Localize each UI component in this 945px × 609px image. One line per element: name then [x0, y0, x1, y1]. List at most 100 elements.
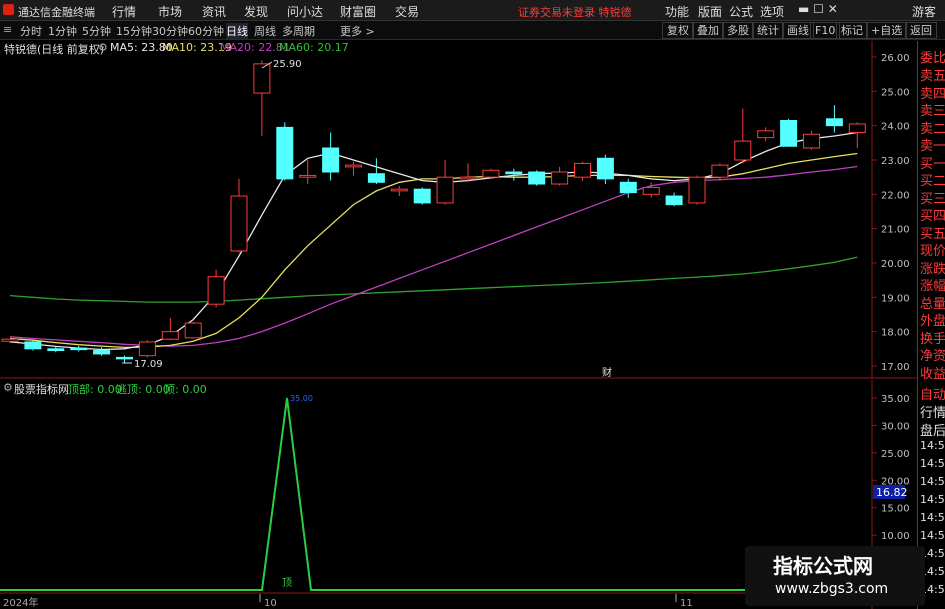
- candle: [161, 317, 179, 341]
- candle: [413, 187, 431, 205]
- candle-body: [253, 63, 271, 94]
- price-tick-label: 22.00: [881, 190, 910, 201]
- price-tick-label: 25.00: [881, 87, 910, 98]
- candle-body: [436, 176, 454, 204]
- panel-label[interactable]: 盘后: [920, 420, 945, 439]
- date-label: 11: [680, 598, 693, 609]
- candle-body: [459, 176, 477, 180]
- add-watchlist-button[interactable]: +自选: [866, 22, 908, 39]
- price-tick-label: 21.00: [881, 225, 910, 236]
- finance-marker[interactable]: 财: [602, 366, 612, 379]
- candle-body: [780, 120, 798, 147]
- candle-body: [665, 195, 683, 206]
- price-tick-label: 17.00: [881, 362, 910, 373]
- candle: [688, 175, 706, 205]
- panel-label[interactable]: 自动: [920, 384, 945, 403]
- candle: [848, 122, 866, 148]
- panel-label[interactable]: 净资: [920, 345, 945, 364]
- candle-body: [505, 171, 523, 175]
- adjust-button[interactable]: 复权: [662, 22, 694, 39]
- period-button[interactable]: 多周期: [282, 23, 315, 39]
- panel-label[interactable]: 买四: [920, 205, 945, 224]
- app-title: 通达信金融终端: [18, 6, 95, 19]
- menu-options[interactable]: 选项: [760, 3, 784, 20]
- price-tick-label: 26.00: [881, 53, 910, 64]
- more-button[interactable]: 更多 >: [340, 23, 375, 39]
- panel-label[interactable]: 买二: [920, 170, 945, 189]
- candle: [825, 105, 843, 133]
- candle-body: [345, 164, 362, 168]
- menu-function[interactable]: 功能: [665, 3, 689, 20]
- overlay-button[interactable]: 叠加: [692, 22, 724, 39]
- panel-label[interactable]: 现价: [920, 240, 945, 259]
- panel-label[interactable]: 涨幅: [920, 275, 945, 294]
- candle-body: [574, 162, 591, 178]
- period-button[interactable]: 5分钟: [82, 23, 111, 39]
- panel-time: 14:50: [920, 493, 945, 506]
- candle: [253, 60, 271, 136]
- low-label: 17.09: [134, 359, 163, 370]
- candle-body: [299, 174, 317, 178]
- panel-label[interactable]: 外盘: [920, 310, 945, 329]
- candle-body: [161, 331, 179, 340]
- mark-button[interactable]: 标记: [836, 22, 868, 39]
- period-button-active[interactable]: 日线: [226, 23, 248, 39]
- back-button[interactable]: 返回: [905, 22, 937, 39]
- menu-item[interactable]: 财富圈: [340, 3, 376, 20]
- panel-label[interactable]: 收益: [920, 363, 945, 382]
- menu-item[interactable]: 市场: [158, 3, 182, 20]
- date-label: 2024年: [3, 596, 38, 609]
- panel-label[interactable]: 委比: [920, 47, 945, 66]
- panel-label[interactable]: 卖一: [920, 135, 945, 154]
- period-button[interactable]: 周线: [254, 23, 276, 39]
- candle-body: [367, 173, 385, 183]
- login-warning[interactable]: 证券交易未登录 特锐德: [518, 4, 632, 20]
- panel-time: 14:50: [920, 457, 945, 470]
- panel-label[interactable]: 卖三: [920, 100, 945, 119]
- stats-button[interactable]: 统计: [752, 22, 784, 39]
- candle: [757, 127, 775, 142]
- candle-body: [619, 181, 637, 194]
- candle: [367, 158, 385, 185]
- candle: [24, 340, 42, 351]
- period-button[interactable]: 30分钟: [152, 23, 188, 39]
- menu-item[interactable]: 行情: [112, 3, 136, 20]
- candle: [207, 269, 225, 308]
- window-controls-icon[interactable]: ▬ ☐ ✕: [798, 2, 838, 16]
- menu-item[interactable]: 交易: [395, 3, 419, 20]
- menu-item[interactable]: 发现: [244, 3, 268, 20]
- menu-formula[interactable]: 公式: [729, 3, 753, 20]
- candle-body: [757, 130, 775, 139]
- candle-body: [390, 188, 408, 192]
- multi-stock-button[interactable]: 多股: [722, 22, 754, 39]
- app-logo-icon: [3, 4, 14, 15]
- panel-label[interactable]: 卖五: [920, 65, 945, 84]
- menu-item[interactable]: 资讯: [202, 3, 226, 20]
- candle: [780, 118, 798, 147]
- price-tick-label: 18.00: [881, 328, 910, 339]
- period-button[interactable]: 1分钟: [48, 23, 77, 39]
- period-button[interactable]: 分时: [20, 23, 42, 39]
- candle: [734, 108, 752, 164]
- ma20-line: [9, 165, 858, 347]
- menu-toggle-icon[interactable]: ≡: [3, 23, 12, 36]
- panel-label[interactable]: 行情: [920, 402, 945, 421]
- candle-body: [528, 171, 546, 185]
- ma60-line: [9, 256, 858, 303]
- menu-layout[interactable]: 版面: [698, 3, 722, 20]
- kline-chart[interactable]: 26.00 25.00 24.00 23.00 22.00 21.00 20.00 19.00…: [0, 41, 917, 379]
- period-button[interactable]: 15分钟: [116, 23, 152, 39]
- menu-item[interactable]: 问小达: [287, 3, 323, 20]
- candle-body: [1, 338, 19, 342]
- candle: [276, 122, 294, 181]
- candle-body: [138, 341, 156, 357]
- watermark: 指标公式网 www.zbgs3.com: [745, 546, 925, 606]
- menu-guest[interactable]: 游客: [912, 3, 936, 20]
- period-button[interactable]: 60分钟: [188, 23, 224, 39]
- candle: [93, 347, 111, 356]
- price-tick-label: 24.00: [881, 122, 910, 133]
- candle-body: [825, 118, 843, 127]
- candle-body: [47, 348, 65, 352]
- candle-body: [482, 169, 500, 178]
- candle-body: [230, 195, 248, 252]
